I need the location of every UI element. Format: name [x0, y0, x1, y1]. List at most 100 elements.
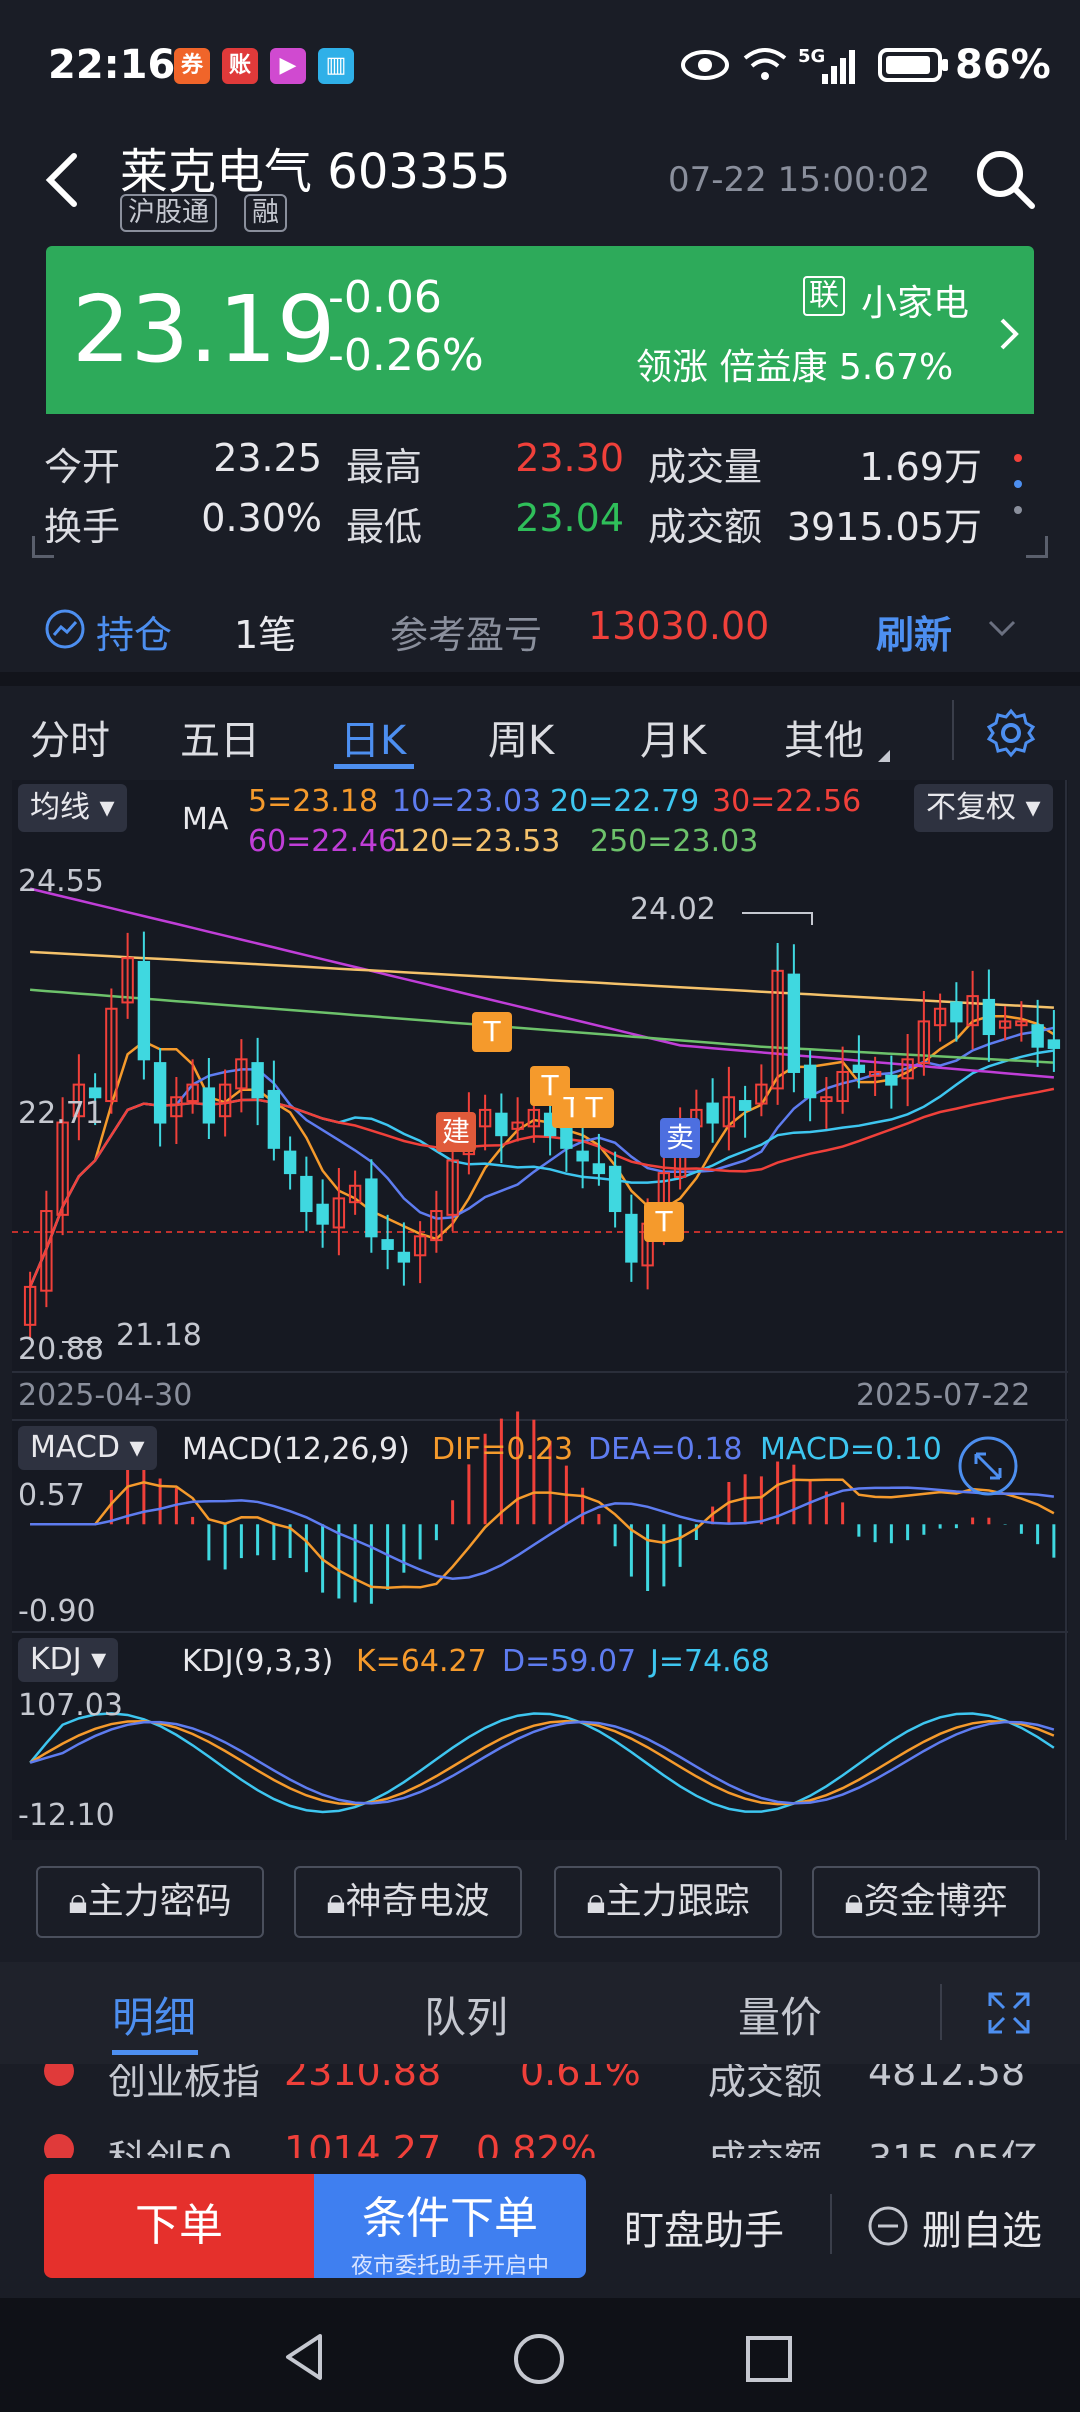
kdj-params: KDJ(9,3,3): [182, 1644, 334, 1679]
holding-label[interactable]: 持仓: [96, 604, 172, 659]
stock-name: 莱克电气: [120, 144, 313, 200]
candle-body: [365, 1178, 378, 1238]
ma10-value: 10=23.03: [392, 784, 542, 819]
remove-watchlist-button[interactable]: 删自选: [922, 2198, 1042, 2256]
candle-body: [316, 1203, 329, 1225]
trough-label: 21.18: [116, 1318, 202, 1353]
tab-other[interactable]: 其他: [784, 708, 864, 766]
tool-fund-game[interactable]: 🔒︎资金博弈: [812, 1866, 1040, 1938]
nav-recents-icon[interactable]: [744, 2334, 794, 2384]
app-icon-2: 账: [222, 48, 258, 84]
tool-magic-wave[interactable]: 🔒︎神奇电波: [294, 1866, 522, 1938]
corner-mark-left: [32, 536, 54, 558]
expand-icon[interactable]: [956, 1434, 1020, 1498]
tab-intraday[interactable]: 分时: [30, 708, 110, 766]
macd-selector[interactable]: MACD ▾: [18, 1426, 157, 1470]
macd-selector-label: MACD: [30, 1430, 120, 1465]
ma5-value: 5=23.18: [248, 784, 379, 819]
t-marker-1[interactable]: T: [472, 1012, 512, 1052]
stock-title: 莱克电气 603355: [120, 132, 511, 202]
kdj-axis-top: 107.03: [18, 1688, 123, 1723]
holding-chart-icon: [45, 609, 85, 649]
index-name-2: 科创50: [108, 2128, 232, 2158]
chevron-down-icon[interactable]: [986, 618, 1018, 640]
t-marker-4[interactable]: T: [574, 1088, 614, 1128]
linked-sector-name: 小家电: [861, 283, 970, 324]
candle-body: [560, 1127, 573, 1149]
ma20-value: 20=22.79: [550, 784, 700, 819]
tab-volume-price[interactable]: 量价: [738, 1984, 822, 2045]
index-ticker[interactable]: 创业板指 2310.88 0.61% 成交额 4812.58 科创50 1014…: [0, 2064, 1080, 2158]
quote-stats: 今开 23.25 最高 23.30 成交量 1.69万 换手 0.30% 最低 …: [0, 426, 1080, 566]
volume-value: 1.69万: [859, 445, 982, 489]
linked-sector[interactable]: 联 小家电: [803, 272, 1025, 324]
tab-monthly-k[interactable]: 月K: [640, 708, 706, 766]
tab-queue[interactable]: 队列: [424, 1984, 508, 2045]
open-value: 23.25: [213, 436, 322, 480]
kline-chart-area[interactable]: 均线 ▾ MA 5=23.18 10=23.03 20=22.79 30=22.…: [12, 780, 1068, 1840]
back-icon[interactable]: [38, 150, 88, 210]
index-amount-label-1: 成交额: [708, 2064, 823, 2103]
caret-icon: [878, 750, 890, 762]
kdj-axis-bottom: -12.10: [18, 1798, 115, 1833]
y-axis-top: 24.55: [18, 864, 104, 899]
price-change: -0.06: [328, 272, 442, 323]
volume-label: 成交量: [648, 445, 763, 489]
conditional-order-button[interactable]: 条件下单 夜市委托助手开启中: [314, 2174, 586, 2279]
corner-mark-right: [1026, 536, 1048, 558]
pl-value: 13030.00: [588, 604, 770, 648]
amount-label: 成交额: [648, 505, 763, 549]
app-icon-1: 券: [174, 48, 210, 84]
low-label: 最低: [346, 505, 423, 549]
chevron-right-icon[interactable]: [994, 314, 1024, 354]
gear-icon[interactable]: [986, 708, 1036, 758]
y-axis-bottom: 20.88: [18, 1332, 104, 1367]
amount-value: 3915.05万: [786, 505, 982, 549]
refresh-button[interactable]: 刷新: [876, 604, 952, 659]
index-value-1: 2310.88: [284, 2064, 442, 2094]
kdj-d: D=59.07: [502, 1644, 637, 1679]
candle-body: [982, 998, 996, 1036]
fullscreen-icon[interactable]: [986, 1990, 1032, 2036]
order-button[interactable]: 下单: [44, 2174, 314, 2278]
kdj-selector-label: KDJ: [30, 1642, 82, 1677]
tab-five-day[interactable]: 五日: [180, 708, 260, 766]
kdj-k: K=64.27: [356, 1644, 487, 1679]
nav-home-icon[interactable]: [512, 2332, 566, 2386]
adjust-selector[interactable]: 不复权 ▾: [914, 784, 1053, 832]
kdj-j: J=74.68: [650, 1644, 770, 1679]
eye-icon: [681, 50, 729, 80]
kline-chart[interactable]: [12, 780, 1068, 1840]
tag-connect: 沪股通: [120, 194, 217, 232]
macd-axis-bottom: -0.90: [18, 1594, 96, 1629]
tool-main-code[interactable]: 🔒︎主力密码: [36, 1866, 264, 1938]
tab-daily-k[interactable]: 日K: [340, 708, 406, 766]
open-label: 今开: [44, 445, 121, 489]
candle-body: [283, 1150, 297, 1175]
watch-assistant-button[interactable]: 盯盘助手: [624, 2198, 784, 2256]
peak-label: 24.02: [630, 892, 716, 927]
search-icon[interactable]: [972, 146, 1038, 212]
build-marker[interactable]: 建: [436, 1112, 476, 1152]
tool-main-code-label: 主力密码: [87, 1881, 232, 1922]
pl-label: 参考盈亏: [390, 613, 543, 657]
tab-detail[interactable]: 明细: [112, 1984, 196, 2045]
sell-marker[interactable]: 卖: [660, 1118, 700, 1158]
sector-leader: 领涨 倍益康 5.67%: [636, 347, 954, 388]
candle-body: [706, 1102, 719, 1124]
nav-back-icon[interactable]: [280, 2332, 330, 2382]
ma250-value: 250=23.03: [590, 824, 759, 859]
tab-weekly-k[interactable]: 周K: [488, 708, 554, 766]
ma-selector-label: 均线: [30, 790, 90, 825]
kdj-selector[interactable]: KDJ ▾: [18, 1638, 119, 1682]
tool-main-track[interactable]: 🔒︎主力跟踪: [554, 1866, 782, 1938]
tool-main-track-label: 主力跟踪: [605, 1881, 750, 1922]
candle-body: [267, 1089, 281, 1149]
tag-margin: 融: [244, 194, 287, 232]
more-dots-icon[interactable]: [1006, 452, 1030, 518]
candle-body: [137, 960, 151, 1061]
ma-selector[interactable]: 均线 ▾: [18, 784, 127, 832]
candle-body: [803, 1064, 817, 1099]
t-marker-5[interactable]: T: [644, 1202, 684, 1242]
index-value-2: 1014.27: [284, 2128, 442, 2158]
